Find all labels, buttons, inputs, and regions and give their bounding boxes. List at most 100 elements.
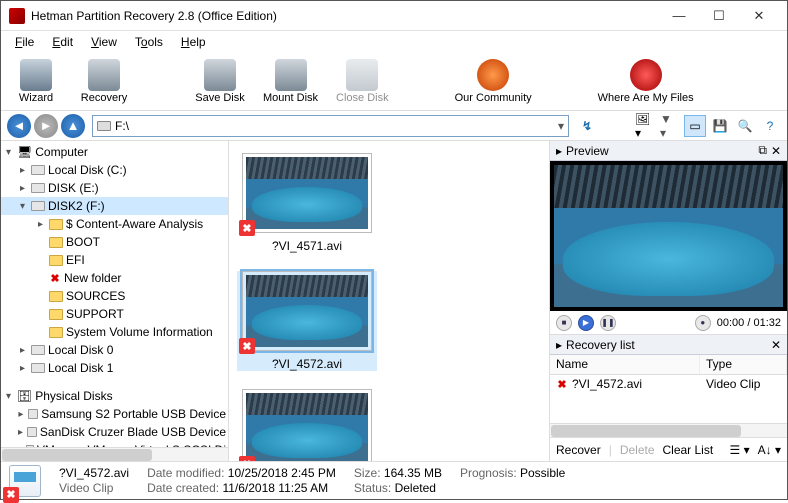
- mount-disk-icon: [275, 59, 307, 91]
- folder-icon: [49, 219, 63, 230]
- path-input[interactable]: ▾: [92, 115, 569, 137]
- menu-tools[interactable]: Tools: [127, 33, 171, 51]
- tree-folder[interactable]: SOURCES: [1, 287, 228, 305]
- minimize-button[interactable]: —: [659, 2, 699, 30]
- file-thumb[interactable]: ✖ ?VI_4573.avi: [237, 389, 377, 461]
- deleted-badge-icon: ✖: [3, 487, 19, 503]
- tree-physical-disk[interactable]: ▸SanDisk Cruzer Blade USB Device: [1, 423, 228, 441]
- tree-folder[interactable]: System Volume Information: [1, 323, 228, 341]
- tree-folder[interactable]: ▸$ Content-Aware Analysis: [1, 215, 228, 233]
- nav-forward-button[interactable]: ►: [34, 114, 58, 138]
- disk-icon: [27, 427, 37, 437]
- folder-icon: [49, 327, 63, 338]
- main-body: ▾🖥Computer ▸Local Disk (C:) ▸DISK (E:) ▾…: [1, 141, 787, 461]
- tool-where-files[interactable]: Where Are My Files: [598, 59, 694, 104]
- recovery-actions: Recover | Delete Clear List ☰ ▾ A↓ ▾: [550, 437, 787, 461]
- drive-icon: [97, 121, 111, 131]
- nav-back-button[interactable]: ◄: [7, 114, 31, 138]
- close-recovery-list-icon[interactable]: ✕: [771, 338, 781, 352]
- wizard-icon: [20, 59, 52, 91]
- folder-icon: [49, 255, 63, 266]
- playback-time: 00:00 / 01:32: [717, 317, 781, 329]
- tool-wizard[interactable]: Wizard: [11, 59, 61, 104]
- file-thumb-selected[interactable]: ✖ ?VI_4572.avi: [237, 271, 377, 371]
- maximize-button[interactable]: ☐: [699, 2, 739, 30]
- deleted-badge-icon: ✖: [239, 338, 255, 354]
- tree-physical-header[interactable]: ▾🗄Physical Disks: [1, 387, 228, 405]
- disk-icon: [31, 165, 45, 175]
- deleted-badge-icon: ✖: [239, 220, 255, 236]
- tool-mount-disk[interactable]: Mount Disk: [263, 59, 318, 104]
- folder-tree[interactable]: ▾🖥Computer ▸Local Disk (C:) ▸DISK (E:) ▾…: [1, 141, 229, 461]
- path-field[interactable]: [115, 119, 558, 133]
- pause-button[interactable]: ❚❚: [600, 315, 616, 331]
- refresh-button[interactable]: ↯: [576, 115, 598, 137]
- file-name: ?VI_4571.avi: [272, 239, 342, 253]
- preview-header: ▸Preview ⧉ ✕: [550, 141, 787, 161]
- tool-recovery[interactable]: Recovery: [79, 59, 129, 104]
- drives-icon: 🗄: [17, 389, 32, 403]
- tool-community[interactable]: Our Community: [455, 59, 532, 104]
- save-button[interactable]: 💾: [709, 115, 731, 137]
- file-thumb[interactable]: ✖ ?VI_4571.avi: [237, 153, 377, 253]
- disk-icon: [31, 363, 45, 373]
- tree-drive[interactable]: ▸Local Disk 1: [1, 359, 228, 377]
- tree-physical-disk[interactable]: ▸Samsung S2 Portable USB Device: [1, 405, 228, 423]
- tool-save-disk[interactable]: Save Disk: [195, 59, 245, 104]
- menu-file[interactable]: File: [7, 33, 42, 51]
- nav-up-button[interactable]: ▲: [61, 114, 85, 138]
- recovery-list-header: ▸Recovery list ✕: [550, 335, 787, 355]
- tool-close-disk: Close Disk: [336, 59, 389, 104]
- menu-help[interactable]: Help: [173, 33, 214, 51]
- col-name[interactable]: Name: [550, 355, 700, 374]
- recover-button[interactable]: Recover: [556, 443, 601, 457]
- window-title: Hetman Partition Recovery 2.8 (Office Ed…: [31, 9, 659, 23]
- col-type[interactable]: Type: [700, 355, 787, 374]
- deleted-icon: ✖: [556, 378, 568, 390]
- nav-bar: ◄ ► ▲ ▾ ↯ 🖼 ▾ ▼ ▾ ▭ 💾 🔍 ?: [1, 111, 787, 141]
- menu-edit[interactable]: Edit: [44, 33, 81, 51]
- delete-button: Delete: [620, 443, 655, 457]
- recovery-list-item[interactable]: ✖ ?VI_4572.avi Video Clip: [550, 375, 787, 393]
- tree-scrollbar[interactable]: [1, 447, 228, 461]
- close-preview-icon[interactable]: ✕: [771, 144, 781, 158]
- recovery-scrollbar[interactable]: [550, 423, 787, 437]
- save-disk-icon: [204, 59, 236, 91]
- help-button[interactable]: ?: [759, 115, 781, 137]
- tree-drive-selected[interactable]: ▾DISK2 (F:): [1, 197, 228, 215]
- tree-folder[interactable]: SUPPORT: [1, 305, 228, 323]
- menu-view[interactable]: View: [83, 33, 125, 51]
- recovery-icon: [88, 59, 120, 91]
- list-view-button[interactable]: ☰ ▾: [730, 443, 750, 457]
- stop-button[interactable]: ■: [556, 315, 572, 331]
- tree-drive[interactable]: ▸DISK (E:): [1, 179, 228, 197]
- community-icon: [477, 59, 509, 91]
- tree-drive[interactable]: ▸Local Disk (C:): [1, 161, 228, 179]
- close-disk-icon: [346, 59, 378, 91]
- close-button[interactable]: ✕: [739, 2, 779, 30]
- clear-list-button[interactable]: Clear List: [663, 443, 714, 457]
- main-toolbar: Wizard Recovery Save Disk Mount Disk Clo…: [1, 53, 787, 111]
- tree-folder[interactable]: EFI: [1, 251, 228, 269]
- play-button[interactable]: ▶: [578, 315, 594, 331]
- disk-icon: [31, 201, 45, 211]
- snapshot-button[interactable]: ●: [695, 315, 711, 331]
- disk-icon: [28, 409, 38, 419]
- tree-computer[interactable]: ▾🖥Computer: [1, 143, 228, 161]
- pop-out-icon[interactable]: ⧉: [758, 143, 767, 158]
- filter-button[interactable]: ▼ ▾: [659, 115, 681, 137]
- status-bar: ✖ ?VI_4572.avi Video Clip Date modified:…: [1, 461, 787, 499]
- app-icon: [9, 8, 25, 24]
- sort-button[interactable]: A↓ ▾: [758, 443, 781, 457]
- file-grid[interactable]: ✖ ?VI_4571.avi ✖ ?VI_4572.avi ✖ ?VI_4573…: [229, 141, 549, 461]
- dropdown-icon[interactable]: ▾: [558, 119, 564, 133]
- preview-toggle-button[interactable]: ▭: [684, 115, 706, 137]
- search-button[interactable]: 🔍: [734, 115, 756, 137]
- recovery-columns[interactable]: Name Type: [550, 355, 787, 375]
- computer-icon: 🖥: [17, 145, 32, 159]
- tree-folder[interactable]: BOOT: [1, 233, 228, 251]
- tree-drive[interactable]: ▸Local Disk 0: [1, 341, 228, 359]
- deleted-badge-icon: ✖: [239, 456, 255, 461]
- tree-folder-deleted[interactable]: ✖New folder: [1, 269, 228, 287]
- view-mode-button[interactable]: 🖼 ▾: [634, 115, 656, 137]
